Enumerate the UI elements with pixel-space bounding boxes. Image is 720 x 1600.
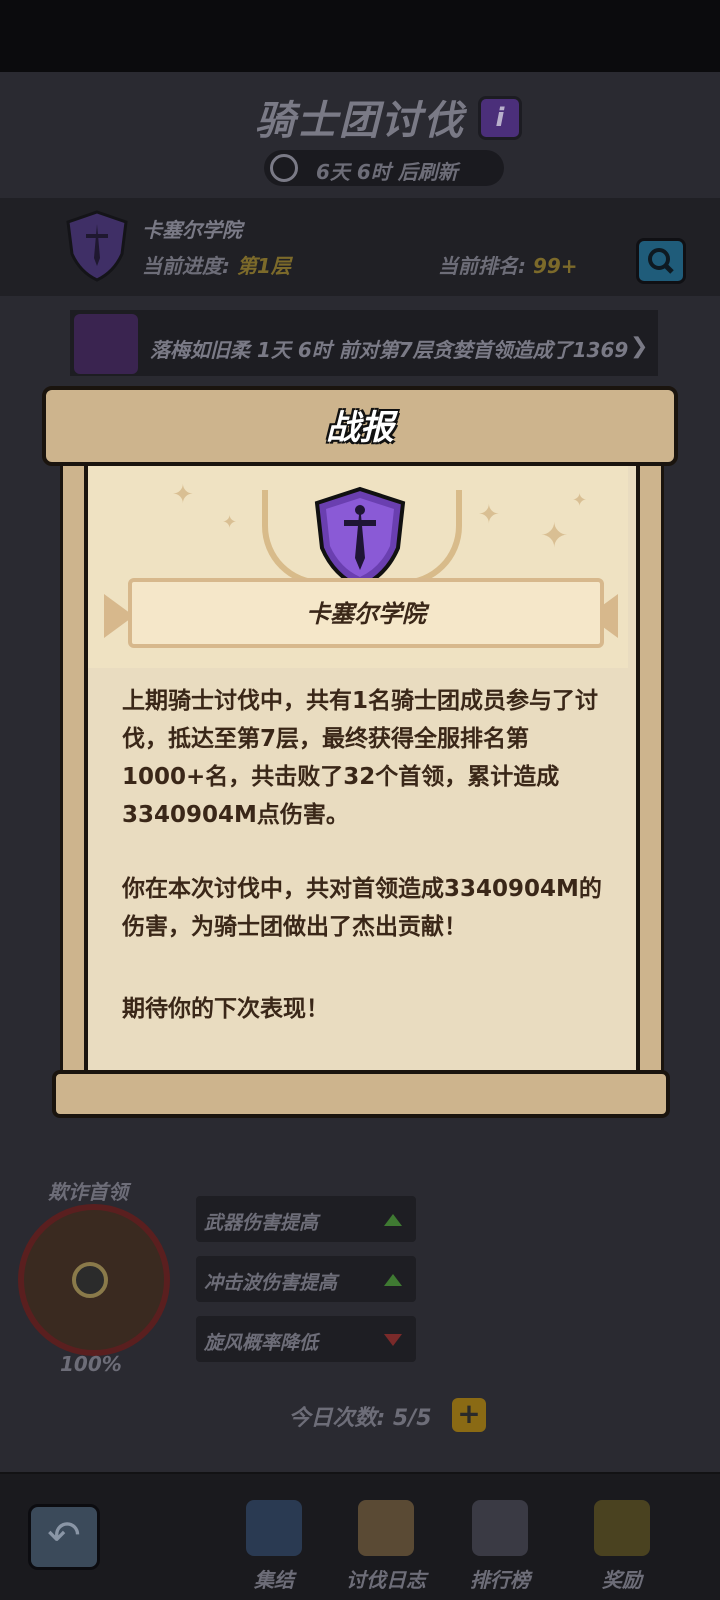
sparkle-icon: ✦ <box>172 480 194 510</box>
nav-item-log[interactable]: 讨伐日志 <box>336 1500 436 1593</box>
ribbon-guild-name: 卡塞尔学院 <box>306 600 426 628</box>
podium-icon <box>472 1500 528 1556</box>
nav-item-ranking[interactable]: 排行榜 <box>450 1500 550 1593</box>
current-progress: 当前进度: 第1层 <box>142 250 291 279</box>
guild-crest-icon <box>314 486 406 590</box>
boss-percent: 100% <box>60 1352 122 1376</box>
guild-crest-icon <box>66 210 128 282</box>
progress-value: 第1层 <box>236 254 291 278</box>
buff-item: 冲击波伤害提高 <box>196 1256 416 1302</box>
treasure-chest-icon <box>594 1500 650 1556</box>
scroll-footer <box>52 1070 670 1118</box>
guild-name: 卡塞尔学院 <box>142 218 242 242</box>
search-button[interactable] <box>636 238 686 284</box>
current-rank: 当前排名: 99+ <box>438 250 578 279</box>
arrow-up-icon <box>384 1274 402 1286</box>
nav-label: 奖励 <box>602 1568 642 1592</box>
page-title: 骑士团讨伐 <box>255 98 465 144</box>
rank-label: 当前排名: <box>438 254 533 278</box>
boss-eye-icon <box>72 1262 108 1298</box>
buff-item: 武器伤害提高 <box>196 1196 416 1242</box>
flag-icon <box>246 1500 302 1556</box>
report-paragraph: 期待你的下次表现！ <box>122 996 329 1022</box>
nav-item-gather[interactable]: 集结 <box>224 1500 324 1593</box>
report-paragraph: 上期骑士讨伐中，共有1名骑士团成员参与了讨伐，抵达至第7层，最终获得全服排名第1… <box>122 688 599 828</box>
nav-label: 讨伐日志 <box>346 1568 426 1592</box>
nav-item-rewards[interactable]: 奖励 <box>572 1500 672 1593</box>
back-arrow-icon: ↶ <box>47 1513 81 1559</box>
sparkle-icon: ✦ <box>540 516 569 556</box>
arrow-up-icon <box>384 1214 402 1226</box>
rank-value: 99+ <box>532 254 578 278</box>
buff-text: 冲击波伤害提高 <box>204 1272 338 1294</box>
scroll-icon <box>358 1500 414 1556</box>
buff-item: 旋风概率降低 <box>196 1316 416 1362</box>
status-bar <box>0 0 720 72</box>
nav-label: 集结 <box>254 1568 294 1592</box>
nav-label: 排行榜 <box>470 1568 530 1592</box>
arrow-down-icon <box>384 1334 402 1346</box>
buff-text: 旋风概率降低 <box>204 1332 319 1354</box>
chevron-right-icon[interactable]: ❯ <box>630 334 648 359</box>
add-attempts-button[interactable]: + <box>452 1398 486 1432</box>
news-text: 落梅如旧柔 1天 6时 前对第7层贪婪首领造成了1369 <box>150 338 629 362</box>
progress-label: 当前进度: <box>142 254 237 278</box>
boss-label: 欺诈首领 <box>48 1180 128 1204</box>
sparkle-icon: ✦ <box>222 512 238 533</box>
modal-title: 战报 <box>326 408 394 448</box>
report-paragraph: 你在本次讨伐中，共对首领造成3340904M的伤害，为骑士团做出了杰出贡献！ <box>122 876 602 940</box>
sparkle-icon: ✦ <box>478 500 500 530</box>
clock-icon <box>270 154 298 182</box>
back-button[interactable]: ↶ <box>28 1504 100 1570</box>
attempts-text: 今日次数: 5/5 <box>288 1406 432 1431</box>
timer-text: 6天 6时 后刷新 <box>316 160 458 184</box>
search-icon <box>648 248 674 274</box>
avatar <box>74 314 138 374</box>
sparkle-icon: ✦ <box>572 490 588 511</box>
info-icon[interactable]: i <box>478 96 522 140</box>
buff-text: 武器伤害提高 <box>204 1212 319 1234</box>
